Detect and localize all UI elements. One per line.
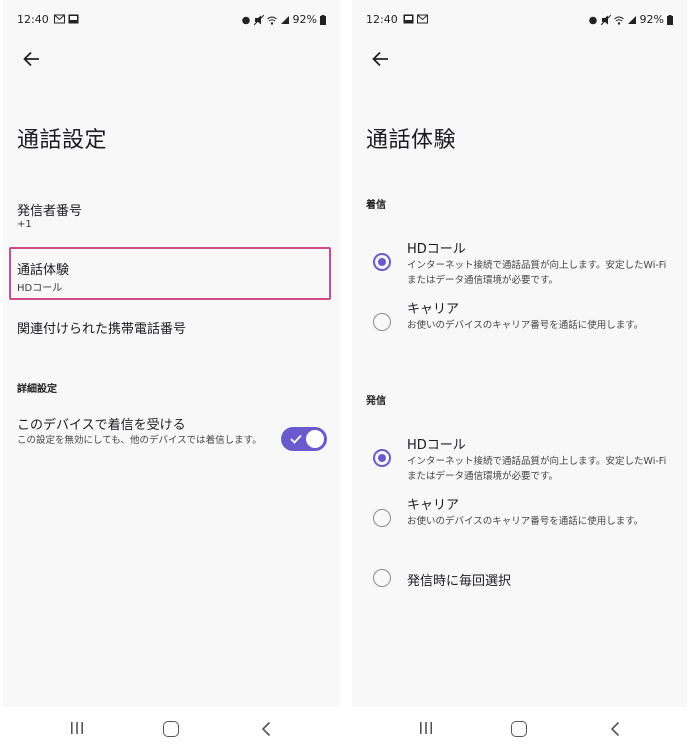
- incoming-carrier-desc: お使いのデバイスのキャリア番号を通話に使用します。: [407, 320, 644, 331]
- wifi-icon: [266, 16, 277, 25]
- wifi-icon: [613, 16, 624, 25]
- outgoing-hd-call-title: HDコール: [407, 438, 466, 453]
- outgoing-hd-call-desc: インターネット接続で通話品質が向上します。安定したWi-Fiまたはデータ通信環境…: [407, 456, 667, 482]
- advanced-section-header: 詳細設定: [17, 384, 57, 395]
- status-right: 92%: [588, 13, 673, 26]
- incoming-carrier-title: キャリア: [407, 302, 460, 317]
- nav-back-icon[interactable]: [609, 721, 621, 737]
- receive-on-device-label: このデバイスで着信を受ける: [17, 418, 186, 433]
- nav-home-icon[interactable]: [163, 721, 179, 737]
- nav-recents-icon[interactable]: [418, 721, 434, 735]
- page-title: 通話設定: [17, 128, 108, 153]
- nav-bar-right: [352, 707, 687, 755]
- outgoing-hd-call-radio[interactable]: [373, 449, 391, 467]
- mute-icon: [600, 14, 611, 25]
- call-experience-label: 通話体験: [17, 263, 70, 278]
- alarm-icon: [241, 16, 250, 24]
- incoming-hd-call-title: HDコール: [407, 242, 466, 257]
- outgoing-carrier-title: キャリア: [407, 498, 460, 513]
- receive-on-device-description: この設定を無効にしても、他のデバイスでは着信します。: [17, 435, 262, 446]
- signal-icon: [627, 15, 636, 24]
- toggle-check-icon: [290, 434, 302, 444]
- back-arrow-icon[interactable]: [370, 48, 392, 70]
- battery-icon: [320, 14, 326, 25]
- outgoing-carrier-desc: お使いのデバイスのキャリア番号を通話に使用します。: [407, 516, 644, 527]
- back-arrow-icon[interactable]: [21, 48, 43, 70]
- incoming-section-header: 着信: [366, 200, 386, 211]
- receive-on-device-toggle[interactable]: [281, 427, 327, 451]
- status-time: 12:40: [17, 13, 49, 26]
- outgoing-section-header: 発信: [366, 396, 386, 407]
- linked-mobile-number-item[interactable]: 関連付けられた携帯電話番号: [17, 318, 186, 337]
- caller-number-value: +1: [17, 219, 32, 230]
- outgoing-ask-every-time-title: 発信時に毎回選択: [407, 574, 512, 589]
- caller-number-label: 発信者番号: [17, 204, 83, 219]
- nav-back-icon[interactable]: [260, 721, 272, 737]
- status-right: 92%: [241, 13, 326, 26]
- alarm-icon: [588, 16, 597, 24]
- call-experience-screen: 12:40 92% 通話体験 着信 HDコール インターネット接続で通話品質が向…: [352, 0, 687, 707]
- battery-percent: 92%: [639, 13, 664, 26]
- page-title: 通話体験: [366, 128, 457, 153]
- status-bar: 12:40 92%: [366, 12, 673, 28]
- mail-icon: [54, 14, 65, 24]
- incoming-hd-call-desc: インターネット接続で通話品質が向上します。安定したWi-Fiまたはデータ通信環境…: [407, 260, 667, 286]
- mail-icon: [417, 14, 428, 24]
- call-settings-screen: 12:40 92% 通話設定 発信者番号 +1 通話体験 HDコール 関連付けら…: [3, 0, 340, 707]
- nav-bar-left: [3, 707, 340, 755]
- incoming-hd-call-radio[interactable]: [373, 253, 391, 271]
- nav-recents-icon[interactable]: [69, 721, 85, 735]
- signal-icon: [280, 15, 289, 24]
- outgoing-carrier-radio[interactable]: [373, 509, 391, 527]
- incoming-carrier-radio[interactable]: [373, 313, 391, 331]
- call-experience-value: HDコール: [17, 283, 63, 294]
- status-time: 12:40: [366, 13, 398, 26]
- toggle-knob: [306, 430, 324, 448]
- image-icon: [68, 14, 79, 24]
- mute-icon: [253, 14, 264, 25]
- nav-home-icon[interactable]: [511, 721, 527, 737]
- battery-percent: 92%: [292, 13, 317, 26]
- battery-icon: [667, 14, 673, 25]
- outgoing-ask-every-time-radio[interactable]: [373, 569, 391, 587]
- status-bar: 12:40 92%: [17, 12, 326, 28]
- image-icon: [403, 14, 414, 24]
